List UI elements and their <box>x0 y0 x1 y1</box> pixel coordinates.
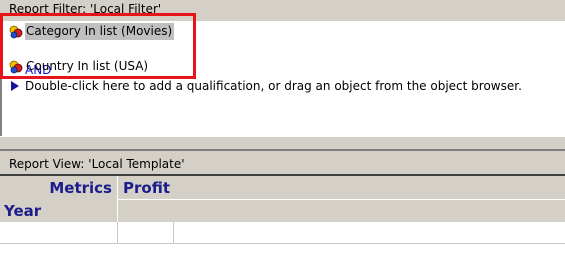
grid-data-cell[interactable] <box>174 222 565 244</box>
year-row-header[interactable]: Year <box>4 202 41 220</box>
pointer-arrow-icon <box>11 81 19 91</box>
grid-corner-cell[interactable]: Metrics Year <box>0 176 118 222</box>
report-filter-header: Report Filter: 'Local Filter' <box>0 0 565 22</box>
report-view-title: Report View: 'Local Template' <box>9 157 185 171</box>
profit-column-header[interactable]: Profit <box>123 179 170 197</box>
grid-data-cell[interactable] <box>0 222 118 244</box>
hint-text: Double-click here to add a qualification… <box>25 79 522 93</box>
qualification-label: Country In list (USA) <box>26 59 149 73</box>
profit-column-header-cell[interactable]: Profit <box>118 176 565 200</box>
qualification-icon <box>9 25 23 39</box>
grid-data-cell[interactable] <box>118 222 174 244</box>
pane-splitter[interactable] <box>0 136 565 150</box>
qualification-icon <box>9 60 23 74</box>
qualification-label: Category In list (Movies) <box>25 23 175 40</box>
metrics-header[interactable]: Metrics <box>49 179 112 197</box>
report-filter-title: Report Filter: 'Local Filter' <box>9 2 162 16</box>
report-view-header: Report View: 'Local Template' <box>0 150 565 174</box>
column-subheader-cell <box>118 200 565 222</box>
report-filter-pane[interactable]: Category In list (Movies) AND Country In… <box>0 21 565 136</box>
report-grid[interactable]: Metrics Year Profit <box>0 174 565 276</box>
